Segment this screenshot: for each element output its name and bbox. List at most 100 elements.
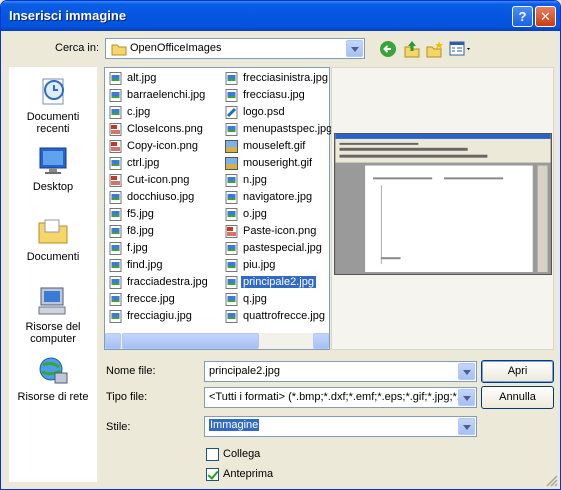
place-label: Documenti	[26, 251, 80, 263]
folder-icon	[111, 44, 127, 56]
file-item[interactable]: Copy-icon.png	[107, 138, 210, 155]
jpg-file-icon	[109, 310, 122, 323]
filetype-select[interactable]: <Tutti i formati> (*.bmp;*.dxf;*.emf;*.e…	[204, 387, 477, 408]
open-button[interactable]: Apri	[481, 360, 554, 383]
place-documents[interactable]: Documenti	[9, 215, 97, 263]
look-in-combo[interactable]: OpenOfficeImages	[105, 38, 365, 59]
scroll-right-arrow-icon[interactable]	[313, 333, 329, 349]
file-name: piu.jpg	[243, 259, 276, 271]
insert-image-dialog: Inserisci immagine ? ✕ Cerca in: OpenOff…	[0, 0, 561, 490]
file-item[interactable]: quattrofrecce.jpg	[223, 308, 334, 325]
file-item[interactable]: barraelenchi.jpg	[107, 87, 210, 104]
network-places-icon	[39, 357, 68, 384]
image-preview	[331, 67, 554, 350]
file-item[interactable]: frecciasinistra.jpg	[223, 70, 334, 87]
file-item[interactable]: Cut-icon.png	[107, 172, 210, 189]
back-icon[interactable]	[379, 40, 397, 58]
file-item[interactable]: n.jpg	[223, 172, 334, 189]
place-network[interactable]: Risorse di rete	[9, 355, 97, 403]
preview-checkbox[interactable]	[206, 468, 219, 481]
file-item[interactable]: f8.jpg	[107, 223, 210, 240]
jpg-file-icon	[225, 191, 238, 204]
file-name: docchiuso.jpg	[127, 191, 195, 203]
scroll-thumb[interactable]	[122, 333, 259, 349]
file-name: mouseright.gif	[243, 157, 313, 169]
view-menu-icon[interactable]	[449, 40, 473, 58]
desktop-icon	[39, 147, 67, 174]
file-item[interactable]: alt.jpg	[107, 70, 210, 87]
file-item[interactable]: find.jpg	[107, 257, 210, 274]
jpg-file-icon	[109, 242, 122, 255]
horizontal-scrollbar[interactable]	[105, 333, 329, 349]
file-item[interactable]: o.jpg	[223, 206, 334, 223]
file-item[interactable]: mouseright.gif	[223, 155, 334, 172]
png-file-icon	[225, 225, 238, 238]
file-name: c.jpg	[127, 106, 151, 118]
up-folder-icon[interactable]	[403, 39, 421, 59]
file-name: Copy-icon.png	[127, 140, 198, 152]
title-bar[interactable]: Inserisci immagine ? ✕	[1, 1, 560, 31]
file-item[interactable]: frecce.jpg	[107, 291, 210, 308]
file-item[interactable]: Paste-icon.png	[223, 223, 334, 240]
place-label: Risorse del computer	[25, 321, 81, 345]
scroll-left-arrow-icon[interactable]	[105, 333, 121, 349]
link-checkbox[interactable]	[206, 448, 219, 461]
file-item[interactable]: mouseleft.gif	[223, 138, 334, 155]
file-item[interactable]: principale2.jpg	[223, 274, 334, 291]
help-button[interactable]: ?	[512, 6, 533, 27]
jpg-file-icon	[225, 242, 238, 255]
gif-file-icon	[225, 157, 238, 170]
file-name: quattrofrecce.jpg	[243, 310, 325, 322]
chevron-down-icon[interactable]	[458, 418, 475, 435]
jpg-file-icon	[225, 174, 238, 187]
file-item[interactable]: frecciagiu.jpg	[107, 308, 210, 325]
file-item[interactable]: pastespecial.jpg	[223, 240, 334, 257]
jpg-file-icon	[225, 72, 238, 85]
cancel-button[interactable]: Annulla	[481, 386, 554, 409]
resize-grip-icon[interactable]	[546, 475, 558, 487]
file-name: q.jpg	[243, 293, 267, 305]
style-value: Immagine	[209, 419, 260, 431]
place-recent[interactable]: Documenti recenti	[9, 75, 97, 135]
file-item[interactable]: ctrl.jpg	[107, 155, 210, 172]
recent-documents-icon	[42, 78, 64, 105]
place-desktop[interactable]: Desktop	[9, 145, 97, 193]
filename-value: principale2.jpg	[209, 365, 280, 377]
style-select[interactable]: Immagine	[204, 416, 477, 437]
file-item[interactable]: logo.psd	[223, 104, 334, 121]
file-name: Paste-icon.png	[243, 225, 317, 237]
gif-file-icon	[225, 140, 238, 153]
file-item[interactable]: q.jpg	[223, 291, 334, 308]
link-label: Collega	[223, 448, 261, 460]
file-list[interactable]: alt.jpg barraelenchi.jpg c.jpg CloseIcons.p…	[104, 67, 332, 350]
file-name: o.jpg	[243, 208, 267, 220]
file-item[interactable]: c.jpg	[107, 104, 210, 121]
file-item[interactable]: docchiuso.jpg	[107, 189, 210, 206]
file-item[interactable]: navigatore.jpg	[223, 189, 334, 206]
file-item[interactable]: frecciasu.jpg	[223, 87, 334, 104]
file-item[interactable]: CloseIcons.png	[107, 121, 210, 138]
file-name: mouseleft.gif	[243, 140, 306, 152]
places-bar: Documenti recenti Desktop Documenti Riso…	[9, 67, 97, 482]
new-folder-icon[interactable]	[426, 39, 444, 59]
file-name: pastespecial.jpg	[243, 242, 322, 254]
file-name: menupastspec.jpg	[243, 123, 333, 135]
jpg-file-icon	[109, 89, 122, 102]
file-item[interactable]: menupastspec.jpg	[223, 121, 334, 138]
chevron-down-icon[interactable]	[458, 363, 475, 380]
file-name: frecciasinistra.jpg	[243, 72, 328, 84]
look-in-value: OpenOfficeImages	[130, 42, 222, 54]
file-name: f.jpg	[127, 242, 148, 254]
chevron-down-icon[interactable]	[458, 389, 475, 406]
file-item[interactable]: f.jpg	[107, 240, 210, 257]
jpg-file-icon	[225, 123, 238, 136]
file-item[interactable]: f5.jpg	[107, 206, 210, 223]
file-item[interactable]: fracciadestra.jpg	[107, 274, 210, 291]
place-my-computer[interactable]: Risorse del computer	[9, 285, 97, 345]
file-item[interactable]: piu.jpg	[223, 257, 334, 274]
chevron-down-icon[interactable]	[346, 40, 363, 57]
file-name: navigatore.jpg	[243, 191, 313, 203]
jpg-file-icon	[225, 89, 238, 102]
close-button[interactable]: ✕	[535, 6, 556, 27]
filename-input[interactable]: principale2.jpg	[204, 361, 477, 382]
